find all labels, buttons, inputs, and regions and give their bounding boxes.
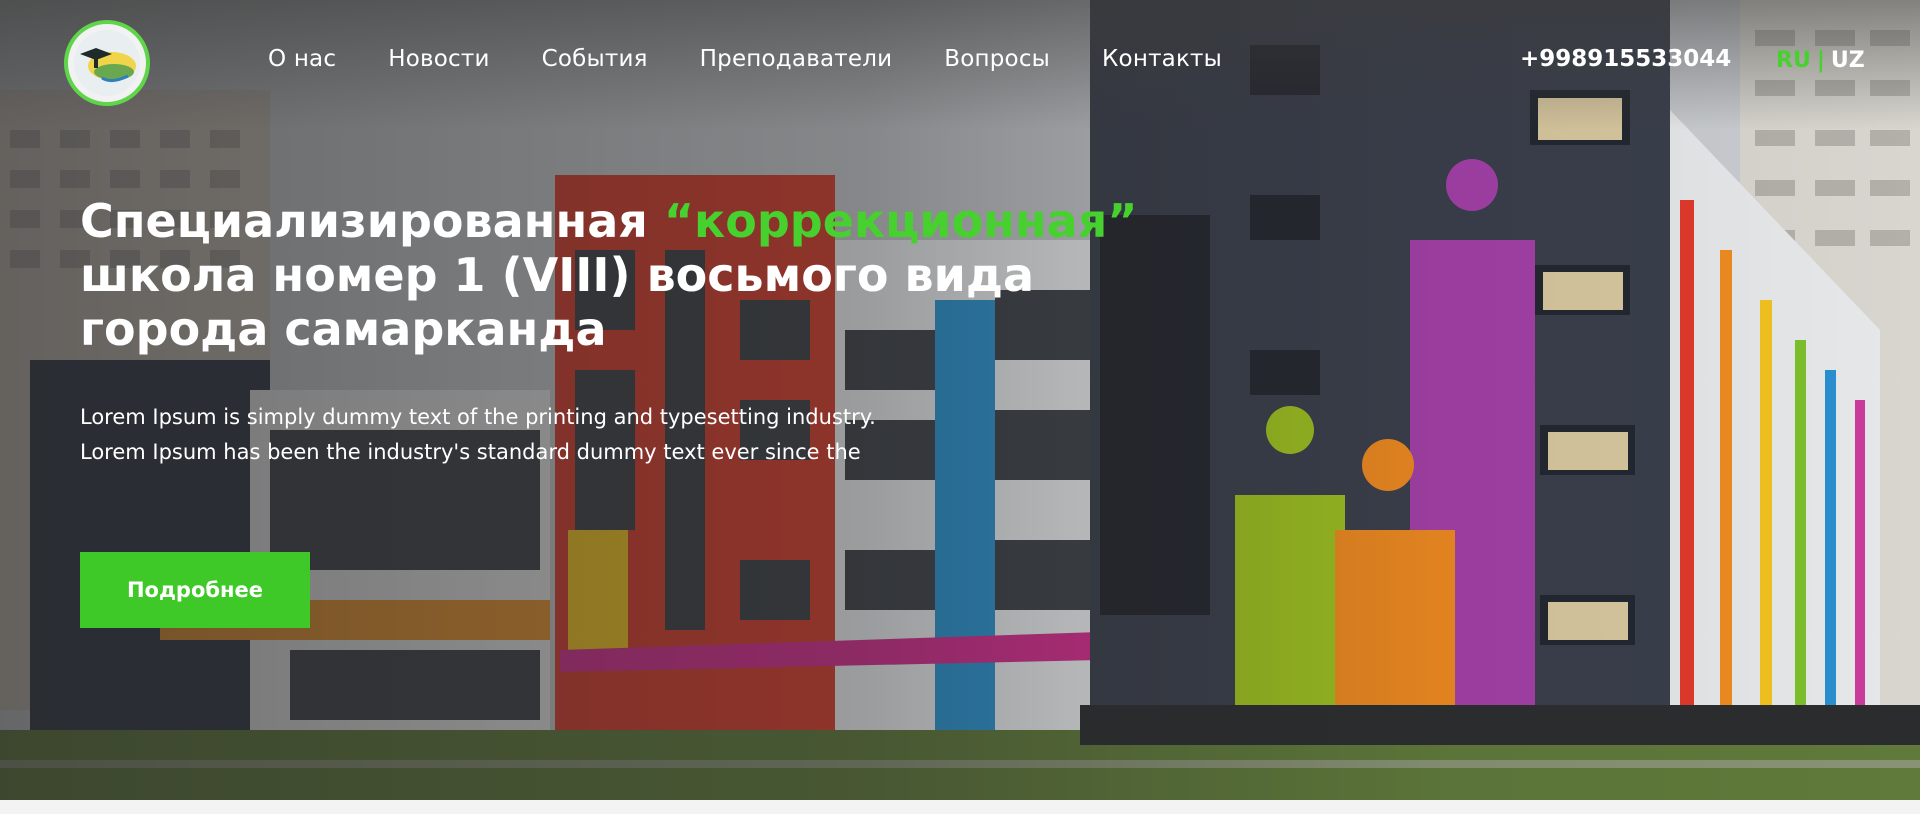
hero-title-accent: “коррекционная” [663,194,1138,248]
lang-ru[interactable]: RU [1776,48,1811,73]
hero-title-part2: школа номер 1 (VIII) восьмого вида город… [80,248,1035,356]
nav-news[interactable]: Новости [388,46,489,72]
lang-separator: | [1816,48,1825,73]
lang-uz[interactable]: UZ [1831,48,1865,73]
nav-about[interactable]: О нас [268,46,336,72]
logo-emblem-icon [74,30,140,96]
nav-contacts[interactable]: Контакты [1102,46,1222,72]
more-button[interactable]: Подробнее [80,552,310,628]
nav-questions[interactable]: Вопросы [944,46,1050,72]
phone-link[interactable]: +998915533044 [1520,46,1731,72]
nav-teachers[interactable]: Преподаватели [700,46,893,72]
hero-description: Lorem Ipsum is simply dummy text of the … [80,405,876,464]
nav-events[interactable]: События [542,46,648,72]
hero-title: Специализированная “коррекционная” школа … [80,194,1220,356]
bottom-strip [0,800,1920,814]
hero-title-part1: Специализированная [80,194,664,248]
main-nav: О нас Новости События Преподаватели Вопр… [268,46,1274,72]
school-logo[interactable] [64,20,150,106]
language-switcher: RU | UZ [1776,48,1865,73]
